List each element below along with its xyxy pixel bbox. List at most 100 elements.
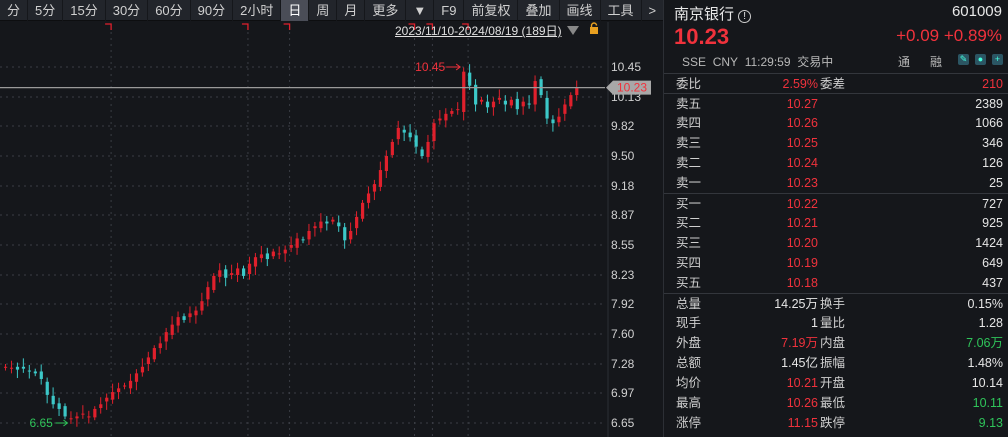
row-value-2: 1.28	[978, 316, 1003, 330]
add-icon[interactable]: +	[992, 54, 1003, 65]
candlestick-chart[interactable]: 10.4510.139.829.509.188.878.558.237.927.…	[0, 22, 663, 437]
toolbar-item[interactable]: 2小时	[233, 0, 282, 21]
y-tick-label: 8.23	[611, 268, 635, 282]
row-label: 外盘	[676, 336, 702, 350]
row-label-2: 振幅	[820, 356, 846, 370]
row-label: 涨停	[676, 416, 702, 430]
row-value: 10.22	[786, 197, 818, 211]
row-value: 10.26	[786, 396, 818, 410]
candle-body	[337, 222, 341, 227]
candle-body	[575, 87, 579, 96]
tong-label: 通	[898, 55, 911, 69]
current-price-label: 10.23	[617, 81, 647, 95]
candle-body	[390, 141, 394, 156]
row-value-2: 9.13	[978, 416, 1003, 430]
date-range-selector[interactable]: 2023/11/10-2024/08/19 (189日)	[395, 22, 562, 39]
row-value-2: 925	[982, 216, 1003, 230]
candle-body	[468, 72, 472, 86]
candle-body	[218, 270, 222, 277]
candle-body	[420, 149, 424, 156]
toolbar-item[interactable]: 5分	[28, 0, 64, 21]
toolbar-item[interactable]: 60分	[148, 0, 191, 21]
toolbar-item[interactable]: 15分	[63, 0, 106, 21]
toolbar-item[interactable]: 日	[281, 0, 310, 21]
market-meta: SSE CNY 11:29:59 交易中	[682, 53, 833, 70]
toolbar-item[interactable]: ▼	[406, 0, 435, 21]
row-label: 卖四	[676, 116, 702, 130]
row-label-2: 开盘	[820, 376, 846, 390]
y-tick-label: 9.82	[611, 119, 635, 133]
toolbar-item[interactable]: 周	[309, 0, 338, 21]
bell-icon[interactable]: ●	[975, 54, 986, 65]
candle-body	[295, 238, 299, 248]
row-label: 总量	[676, 297, 702, 311]
event-marker-icon[interactable]	[105, 23, 112, 30]
row-label-2: 内盘	[820, 336, 846, 350]
stat-row: 外盘 7.19万 内盘 7.06万	[664, 333, 1008, 353]
toolbar-item[interactable]: 月	[337, 0, 366, 21]
edit-icon[interactable]: ✎	[958, 54, 969, 65]
row-value: 10.19	[786, 256, 818, 270]
candle-body	[134, 373, 139, 382]
toolbar-item[interactable]: 叠加	[518, 0, 560, 21]
candle-body	[361, 202, 365, 219]
ask-row: 卖二 10.24 126	[664, 153, 1008, 173]
toolbar-item[interactable]: 前复权	[464, 0, 519, 21]
row-value: 10.24	[786, 156, 818, 170]
row-value-2: 1066	[975, 116, 1003, 130]
candle-body	[236, 268, 240, 275]
ask-row: 卖一 10.23 25	[664, 173, 1008, 193]
candle-body	[33, 371, 37, 374]
toolbar-item[interactable]: 更多	[365, 0, 407, 21]
candle-body	[462, 71, 466, 112]
candle-body	[503, 100, 507, 105]
y-tick-label: 6.97	[611, 386, 635, 400]
row-value: 10.27	[786, 97, 818, 111]
toolbar-item[interactable]: >	[642, 0, 665, 21]
currency: CNY	[712, 55, 739, 69]
row-value: 10.25	[786, 136, 818, 150]
candle-body	[123, 385, 127, 387]
toolbar-item[interactable]: 分	[0, 0, 29, 21]
candle-body	[87, 416, 91, 418]
candle-body	[563, 104, 567, 114]
candle-body	[408, 132, 412, 138]
info-icon[interactable]: !	[738, 10, 752, 23]
bid-row: 买二 10.21 925	[664, 213, 1008, 233]
candle-body	[242, 268, 246, 276]
toolbar-item[interactable]: 30分	[106, 0, 149, 21]
y-tick-label: 10.45	[611, 60, 641, 74]
candle-body	[247, 263, 252, 275]
row-value-2: 0.15%	[967, 297, 1003, 311]
row-label: 买二	[676, 216, 702, 230]
candle-body	[533, 81, 537, 105]
candle-body	[325, 221, 329, 224]
ask-row: 卖四 10.26 1066	[664, 113, 1008, 133]
candle-body	[343, 227, 347, 241]
event-marker-icon[interactable]	[241, 23, 249, 30]
candle-body	[117, 388, 121, 393]
candle-body	[176, 317, 180, 326]
toolbar-item[interactable]: 90分	[191, 0, 234, 21]
bid-row: 买一 10.22 727	[664, 193, 1008, 213]
change-percent: +0.89%	[943, 26, 1002, 45]
row-label: 均价	[676, 376, 702, 390]
candle-body	[93, 408, 97, 418]
candle-body	[164, 332, 168, 342]
toolbar-item[interactable]: 画线	[560, 0, 601, 21]
candle-body	[557, 116, 561, 123]
candle-body	[349, 230, 353, 240]
toolbar-item[interactable]: 工具	[601, 0, 642, 21]
toolbar-item[interactable]: F9	[434, 0, 465, 21]
y-tick-label: 7.60	[611, 327, 635, 341]
candle-body	[491, 101, 496, 108]
lock-icon[interactable]	[589, 22, 599, 34]
row-value: 7.19万	[781, 336, 818, 350]
stat-row: 总量 14.25万 换手 0.15%	[664, 293, 1008, 313]
y-tick-label: 8.87	[611, 208, 635, 222]
event-marker-icon[interactable]	[283, 23, 291, 30]
y-tick-label: 9.50	[611, 149, 635, 163]
stat-row: 总额 1.45亿 振幅 1.48%	[664, 353, 1008, 373]
range-dropdown-icon[interactable]	[567, 26, 579, 35]
candle-body	[105, 397, 109, 402]
